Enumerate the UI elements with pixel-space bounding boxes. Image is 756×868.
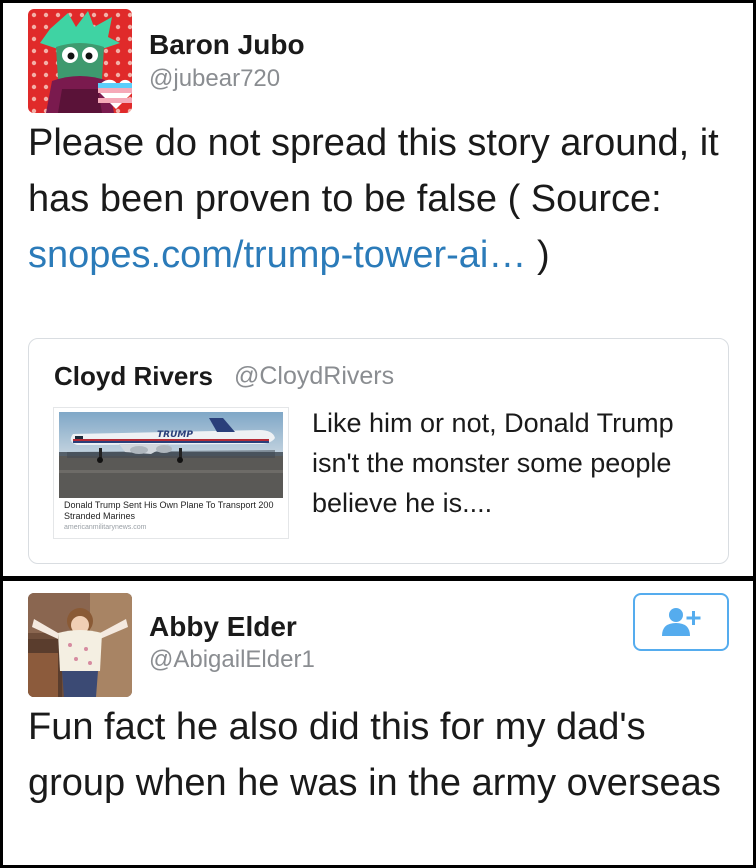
quoted-tweet[interactable]: Cloyd Rivers @CloydRivers TRUMP Donald T… (28, 338, 729, 564)
add-user-icon (662, 608, 701, 636)
cartoon-avatar-icon[interactable] (28, 9, 132, 113)
plane-livery-text: TRUMP (157, 430, 193, 440)
card-title[interactable]: Donald Trump Sent His Own Plane To Trans… (64, 500, 282, 522)
tweet-panel-2: Abby Elder @AbigailElder1 Fun fact he al… (3, 581, 753, 865)
plane-image: TRUMP (59, 412, 283, 498)
username[interactable]: @AbigailElder1 (149, 646, 315, 674)
tweet-text: Fun fact he also did this for my dad's g… (28, 706, 721, 804)
follow-button[interactable] (633, 593, 729, 651)
tweet-text-end: ) (526, 234, 550, 276)
quote-username[interactable]: @CloydRivers (234, 362, 394, 391)
username[interactable]: @jubear720 (149, 65, 280, 93)
tweet-text: Please do not spread this story around, … (28, 115, 728, 283)
link-card[interactable]: TRUMP Donald Trump Sent His Own Plane To… (53, 407, 289, 539)
tweet-text-body: Please do not spread this story around, … (28, 122, 719, 220)
card-source: americanmilitarynews.com (64, 524, 147, 531)
quote-text: Like him or not, Donald Trump isn't the … (312, 408, 674, 518)
source-link[interactable]: snopes.com/trump-tower-ai… (28, 234, 526, 276)
display-name[interactable]: Baron Jubo (149, 29, 305, 61)
tweet-panel-1: Baron Jubo @jubear720 Please do not spre… (3, 3, 753, 576)
quote-display-name[interactable]: Cloyd Rivers (54, 361, 213, 392)
display-name[interactable]: Abby Elder (149, 611, 297, 643)
photo-avatar-icon[interactable] (28, 593, 132, 697)
